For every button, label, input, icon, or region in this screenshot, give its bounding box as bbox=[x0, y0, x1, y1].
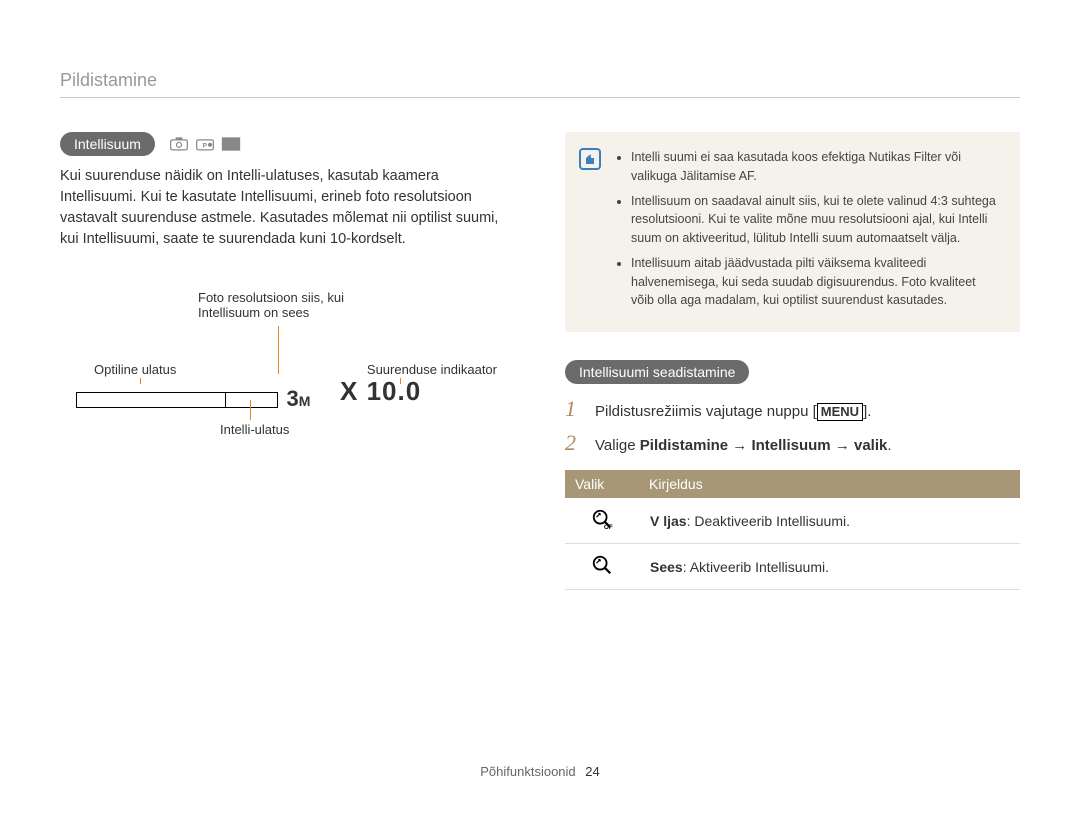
resolution-value: 3 bbox=[286, 386, 298, 411]
intellizoom-badge: Intellisuum bbox=[60, 132, 155, 156]
option-desc: V ljas: Deaktiveerib Intellisuumi. bbox=[640, 513, 1020, 529]
svg-text:OFF: OFF bbox=[604, 524, 613, 530]
setup-badge: Intellisuumi seadistamine bbox=[565, 360, 749, 384]
options-table: Valik Kirjeldus OFF V ljas: Dea bbox=[565, 470, 1020, 590]
step-text: Pildistusrežiimis vajutage nuppu [MENU]. bbox=[595, 403, 871, 421]
diagram-connector-line bbox=[278, 326, 279, 374]
zoom-factor: X 10.0 bbox=[340, 376, 421, 407]
diagram-label-optical: Optiline ulatus bbox=[94, 362, 176, 377]
diagram-connector-line-2 bbox=[140, 378, 141, 384]
option-desc: Sees: Aktiveerib Intellisuumi. bbox=[640, 559, 1020, 575]
scene-icon bbox=[221, 136, 241, 152]
intellizoom-on-icon bbox=[591, 554, 613, 576]
table-row: OFF V ljas: Deaktiveerib Intellisuumi. bbox=[565, 498, 1020, 544]
option-icon-off: OFF bbox=[565, 508, 639, 533]
step-number: 2 bbox=[565, 430, 583, 456]
footer-text: Põhifunktsioonid bbox=[480, 764, 575, 779]
step-2: 2 Valige Pildistamine → Intellisuum → va… bbox=[565, 430, 1020, 456]
intellizoom-off-icon: OFF bbox=[591, 508, 613, 530]
camera-smart-icon bbox=[169, 136, 189, 152]
option-icon-on bbox=[565, 554, 639, 579]
page-number: 24 bbox=[585, 764, 599, 779]
info-bullet-list: Intelli suumi ei saa kasutada koos efekt… bbox=[617, 148, 1002, 310]
info-bullet: Intellisuum aitab jäädvustada pilti väik… bbox=[631, 254, 1002, 310]
step-text: Valige Pildistamine → Intellisuum → vali… bbox=[595, 437, 892, 454]
zoom-diagram: Foto resolutsioon siis, kui Intellisuum … bbox=[60, 290, 515, 470]
page-footer: Põhifunktsioonid 24 bbox=[0, 764, 1080, 779]
mode-icons: P bbox=[169, 136, 241, 152]
table-header: Valik Kirjeldus bbox=[565, 470, 1020, 498]
left-column: Intellisuum P Kui suurenduse näidik on I… bbox=[60, 132, 515, 590]
info-bullet: Intellisuum on saadaval ainult siis, kui… bbox=[631, 192, 1002, 248]
table-header-valik: Valik bbox=[565, 470, 639, 498]
diagram-connector-line-4 bbox=[250, 400, 251, 420]
diagram-connector-line-3 bbox=[400, 378, 401, 384]
svg-text:P: P bbox=[203, 142, 208, 149]
zoom-bar: 3M bbox=[76, 382, 310, 408]
diagram-label-indicator: Suurenduse indikaator bbox=[367, 362, 497, 377]
info-bullet: Intelli suumi ei saa kasutada koos efekt… bbox=[631, 148, 1002, 186]
info-note-box: Intelli suumi ei saa kasutada koos efekt… bbox=[565, 132, 1020, 332]
diagram-label-resolution: Foto resolutsioon siis, kui Intellisuum … bbox=[198, 290, 388, 320]
camera-p-icon: P bbox=[195, 136, 215, 152]
resolution-indicator: 3M bbox=[286, 386, 310, 412]
step-1: 1 Pildistusrežiimis vajutage nuppu [MENU… bbox=[565, 396, 1020, 422]
note-icon bbox=[579, 148, 601, 170]
diagram-label-intelli: Intelli-ulatus bbox=[220, 422, 289, 437]
step-number: 1 bbox=[565, 396, 583, 422]
menu-button-label: MENU bbox=[817, 403, 863, 421]
section-heading-row: Intellisuum P bbox=[60, 132, 515, 156]
right-column: Intelli suumi ei saa kasutada koos efekt… bbox=[565, 132, 1020, 590]
table-header-kirjeldus: Kirjeldus bbox=[639, 470, 1020, 498]
table-row: Sees: Aktiveerib Intellisuumi. bbox=[565, 544, 1020, 590]
page-title: Pildistamine bbox=[60, 70, 1020, 98]
resolution-suffix: M bbox=[299, 393, 311, 409]
intellizoom-description: Kui suurenduse näidik on Intelli-ulatuse… bbox=[60, 166, 515, 250]
